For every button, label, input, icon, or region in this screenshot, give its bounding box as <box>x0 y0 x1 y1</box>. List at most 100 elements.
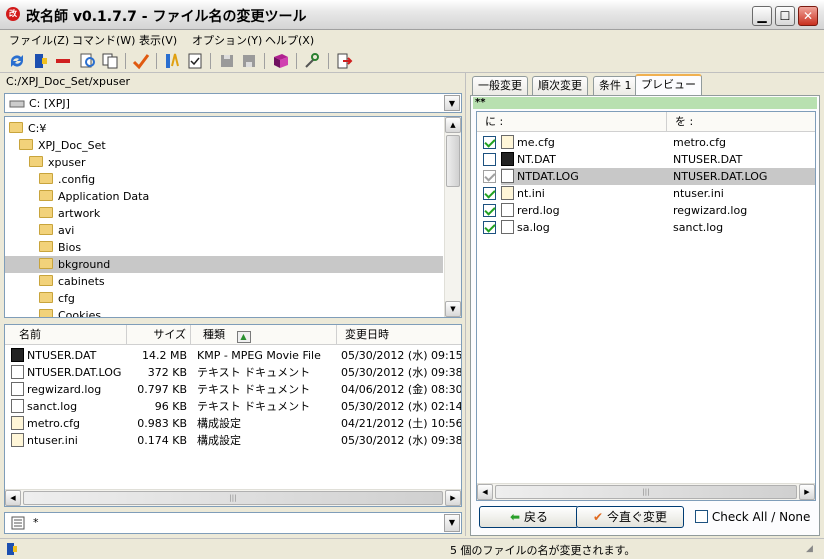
menu-file[interactable]: ファイル(Z) <box>9 32 69 48</box>
folder-icon <box>39 309 53 317</box>
preview-row[interactable]: nt.ini ntuser.ini <box>477 185 815 202</box>
tree-item[interactable]: Application Data <box>5 188 443 205</box>
tree-item[interactable]: xpuser <box>5 154 443 171</box>
apply-now-button[interactable]: ✔ 今直ぐ変更 <box>576 506 684 528</box>
tree-item[interactable]: avi <box>5 222 443 239</box>
col-name-header[interactable]: 名前 <box>5 325 127 345</box>
rename-checkbox[interactable] <box>483 170 496 183</box>
disk-save-icon[interactable] <box>240 52 258 70</box>
menu-bar: ファイル(Z) コマンド(W) 表示(V) オプション(Y) ヘルプ(X) <box>0 30 824 49</box>
scroll-thumb[interactable] <box>446 135 460 187</box>
file-row[interactable]: sanct.log 96 KB テキスト ドキュメント 05/30/2012 (水) … <box>5 398 461 415</box>
col-from-header[interactable]: に : <box>477 112 667 132</box>
col-to-header[interactable]: を : <box>667 112 815 132</box>
back-button[interactable]: ⬅ 戻る <box>479 506 579 528</box>
refresh-icon[interactable] <box>8 52 26 70</box>
file-name: ntuser.ini <box>11 432 129 449</box>
col-size-header[interactable]: サイズ <box>127 325 191 345</box>
preview-row[interactable]: rerd.log regwizard.log <box>477 202 815 219</box>
menu-command[interactable]: コマンド(W) <box>72 32 135 48</box>
rename-checkbox[interactable] <box>483 204 496 217</box>
book-icon[interactable] <box>272 52 290 70</box>
tree-item[interactable]: cfg <box>5 290 443 307</box>
tree-item-label: cabinets <box>58 275 105 288</box>
filter-select[interactable]: * ▼ <box>4 512 462 534</box>
file-row[interactable]: NTUSER.DAT.LOG 372 KB テキスト ドキュメント 05/30/201… <box>5 364 461 381</box>
file-size-text: 0.797 KB <box>137 383 187 396</box>
remove-icon[interactable] <box>54 52 72 70</box>
col-date-header[interactable]: 変更日時 <box>337 325 461 345</box>
file-name-text: NTUSER.DAT <box>27 349 97 362</box>
file-type: テキスト ドキュメント <box>197 381 335 398</box>
dat-file-icon <box>11 348 24 362</box>
toolbar-separator <box>264 53 265 69</box>
tab-condition[interactable]: 条件 1 <box>593 76 638 95</box>
check-icon[interactable] <box>132 52 150 70</box>
tools-icon[interactable] <box>303 52 321 70</box>
scroll-down-button[interactable]: ▼ <box>445 301 461 317</box>
file-row[interactable]: NTUSER.DAT 14.2 MB KMP - MPEG Movie File 05… <box>5 347 461 364</box>
check-all-toggle[interactable]: Check All / None <box>695 510 810 524</box>
drive-select[interactable]: C: [XPJ] ▼ <box>4 93 462 113</box>
menu-help[interactable]: ヘルプ(X) <box>265 32 314 48</box>
close-button[interactable]: ✕ <box>798 6 818 26</box>
file-size: 372 KB <box>129 364 187 381</box>
scroll-up-button[interactable]: ▲ <box>445 117 461 133</box>
resize-grip-icon[interactable]: ◢ <box>806 544 813 554</box>
check-all-checkbox[interactable] <box>695 510 708 523</box>
rename-checkbox[interactable] <box>483 187 496 200</box>
col-type-header[interactable]: 種類 ▲ <box>191 325 337 345</box>
scroll-right-button[interactable]: ▶ <box>799 484 815 500</box>
file-row[interactable]: regwizard.log 0.797 KB テキスト ドキュメント 04/06/20… <box>5 381 461 398</box>
scroll-left-button[interactable]: ◀ <box>477 484 493 500</box>
tab-preview[interactable]: プレビュー <box>635 74 702 96</box>
preview-row[interactable]: NT.DAT NTUSER.DAT <box>477 151 815 168</box>
disk-icon[interactable] <box>218 52 236 70</box>
file-list-hscrollbar[interactable]: ◀ ||| ▶ <box>5 489 461 506</box>
minimize-button[interactable]: ▁ <box>752 6 772 26</box>
file-date-text: 05/30/2012 (水) 02:14 <box>341 400 462 413</box>
rename-checkbox[interactable] <box>483 136 496 149</box>
drive-dropdown-arrow[interactable]: ▼ <box>444 95 460 111</box>
window-title: 改名師 v0.1.7.7 - ファイル名の変更ツール <box>26 9 307 25</box>
search-file-icon[interactable] <box>79 52 97 70</box>
file-name-text: NTUSER.DAT.LOG <box>27 366 122 379</box>
rename-checkbox[interactable] <box>483 221 496 234</box>
menu-options[interactable]: オプション(Y) <box>192 32 262 48</box>
tree-item[interactable]: Bios <box>5 239 443 256</box>
tree-item[interactable]: .config <box>5 171 443 188</box>
tab-general[interactable]: 一般変更 <box>472 76 528 95</box>
scroll-right-button[interactable]: ▶ <box>445 490 461 506</box>
pane-splitter[interactable] <box>465 73 469 536</box>
sort-icon[interactable] <box>163 52 181 70</box>
tree-item-label: bkground <box>58 258 111 271</box>
file-date: 05/30/2012 (水) 09:15 <box>341 347 461 364</box>
rename-checkbox[interactable] <box>483 153 496 166</box>
tree-item[interactable]: bkground <box>5 256 443 273</box>
preview-row[interactable]: me.cfg metro.cfg <box>477 134 815 151</box>
checklist-icon[interactable] <box>186 52 204 70</box>
preview-row[interactable]: NTDAT.LOG NTUSER.DAT.LOG <box>477 168 815 185</box>
text-file-icon <box>501 169 514 183</box>
scroll-left-button[interactable]: ◀ <box>5 490 21 506</box>
exit-icon[interactable] <box>335 52 353 70</box>
menu-view[interactable]: 表示(V) <box>139 32 177 48</box>
bookmark-icon[interactable] <box>32 52 50 70</box>
maximize-button[interactable]: ☐ <box>775 6 795 26</box>
file-date-text: 04/21/2012 (土) 10:56 <box>341 417 462 430</box>
file-row[interactable]: metro.cfg 0.983 KB 構成設定 04/21/2012 (土) 10:5… <box>5 415 461 432</box>
tree-item[interactable]: XPJ_Doc_Set <box>5 137 443 154</box>
tree-item[interactable]: C:¥ <box>5 120 443 137</box>
hscroll-thumb[interactable]: ||| <box>23 491 443 505</box>
filter-dropdown-arrow[interactable]: ▼ <box>444 514 460 532</box>
file-row[interactable]: ntuser.ini 0.174 KB 構成設定 05/30/2012 (水) 09:… <box>5 432 461 449</box>
tab-sequential[interactable]: 順次変更 <box>532 76 588 95</box>
preview-hscrollbar[interactable]: ◀ ||| ▶ <box>477 483 815 500</box>
copy-icon[interactable] <box>101 52 119 70</box>
hscroll-thumb[interactable]: ||| <box>495 485 797 499</box>
tree-item[interactable]: artwork <box>5 205 443 222</box>
tree-item[interactable]: cabinets <box>5 273 443 290</box>
preview-row[interactable]: sa.log sanct.log <box>477 219 815 236</box>
folder-tree-scrollbar[interactable]: ▲ ▼ <box>444 117 461 317</box>
tree-item[interactable]: Cookies <box>5 307 443 317</box>
